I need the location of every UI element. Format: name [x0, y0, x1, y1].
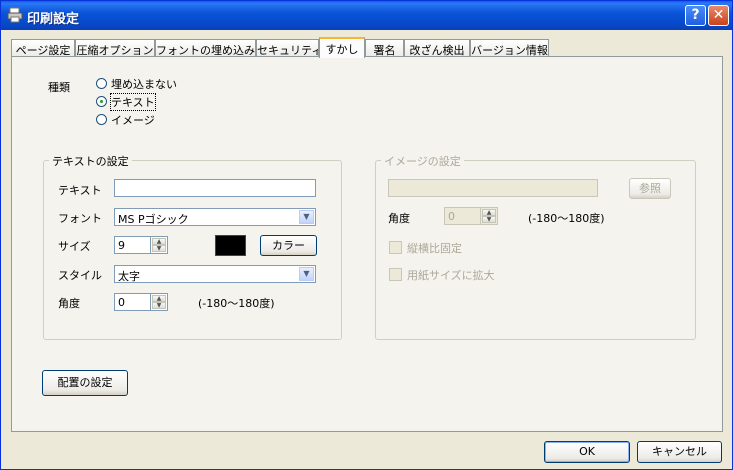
image-angle-input[interactable]: 0: [444, 207, 481, 225]
keep-ratio-label[interactable]: 縦横比固定: [407, 240, 462, 256]
watermark-panel: 種類 埋め込まない テキスト イメージ テキストの設定 テキスト フォント MS…: [11, 56, 723, 432]
text-settings-title: テキストの設定: [49, 153, 132, 169]
radio-text-label[interactable]: テキスト: [110, 93, 156, 111]
style-label: スタイル: [58, 269, 102, 282]
browse-button[interactable]: 参照: [629, 178, 671, 199]
font-label: フォント: [58, 212, 102, 225]
fit-paper-label[interactable]: 用紙サイズに拡大: [407, 267, 495, 283]
close-icon: ✕: [712, 7, 725, 23]
size-label: サイズ: [58, 240, 91, 253]
tab-compression[interactable]: 圧縮オプション: [75, 39, 155, 56]
spin-up-icon[interactable]: ▲: [482, 209, 496, 216]
spin-down-icon[interactable]: ▼: [482, 216, 496, 223]
placement-settings-button[interactable]: 配置の設定: [42, 370, 128, 396]
radio-image[interactable]: [96, 114, 107, 125]
tab-signature[interactable]: 署名: [365, 39, 404, 56]
tab-version-info[interactable]: バージョン情報: [470, 39, 549, 56]
spin-down-icon[interactable]: ▼: [152, 302, 166, 309]
type-label: 種類: [48, 81, 70, 94]
image-settings-title: イメージの設定: [381, 153, 464, 169]
ok-button[interactable]: OK: [544, 441, 630, 463]
size-input[interactable]: 9: [114, 236, 151, 254]
color-button[interactable]: カラー: [260, 235, 317, 256]
image-angle-spinner[interactable]: ▲ ▼: [481, 207, 498, 225]
keep-ratio-checkbox[interactable]: [389, 241, 402, 254]
close-button[interactable]: ✕: [708, 5, 729, 26]
tab-watermark[interactable]: すかし: [319, 37, 365, 58]
angle-input[interactable]: 0: [114, 293, 151, 311]
angle-spinner[interactable]: ▲ ▼: [151, 293, 168, 311]
size-spinner[interactable]: ▲ ▼: [151, 236, 168, 254]
tab-security[interactable]: セキュリティ: [256, 39, 319, 56]
font-select[interactable]: MS Pゴシック ▼: [114, 208, 316, 226]
image-angle-label: 角度: [388, 212, 410, 225]
spin-up-icon[interactable]: ▲: [152, 295, 166, 302]
text-label: テキスト: [58, 184, 102, 197]
font-select-value: MS Pゴシック: [118, 213, 189, 226]
style-select-value: 太字: [118, 270, 140, 283]
style-select[interactable]: 太字 ▼: [114, 265, 316, 283]
help-button[interactable]: ?: [685, 5, 706, 26]
fit-paper-checkbox[interactable]: [389, 268, 402, 281]
spin-up-icon[interactable]: ▲: [152, 238, 166, 245]
radio-text[interactable]: [96, 96, 107, 107]
radio-image-label[interactable]: イメージ: [111, 112, 155, 128]
tab-page-settings[interactable]: ページ設定: [11, 39, 75, 56]
print-settings-dialog: 印刷設定 ? ✕ ページ設定 圧縮オプション フォントの埋め込み セキュリティ …: [0, 0, 733, 470]
window-title: 印刷設定: [27, 12, 80, 27]
image-path-input[interactable]: [388, 179, 598, 197]
help-icon: ?: [691, 7, 700, 23]
chevron-down-icon[interactable]: ▼: [299, 267, 314, 281]
angle-label: 角度: [58, 297, 80, 310]
radio-none-label[interactable]: 埋め込まない: [111, 76, 177, 92]
cancel-button[interactable]: キャンセル: [637, 441, 722, 463]
angle-range-hint: (-180～180度): [198, 297, 275, 310]
printer-icon: [7, 7, 23, 23]
tab-font-embedding[interactable]: フォントの埋め込み: [155, 39, 256, 56]
color-swatch: [215, 235, 246, 256]
spin-down-icon[interactable]: ▼: [152, 245, 166, 252]
image-angle-range-hint: (-180～180度): [528, 212, 605, 225]
watermark-text-input[interactable]: [114, 179, 316, 197]
tab-tamper-detection[interactable]: 改ざん検出: [404, 39, 470, 56]
radio-none[interactable]: [96, 78, 107, 89]
title-bar[interactable]: 印刷設定 ? ✕: [1, 1, 732, 30]
chevron-down-icon[interactable]: ▼: [299, 210, 314, 224]
